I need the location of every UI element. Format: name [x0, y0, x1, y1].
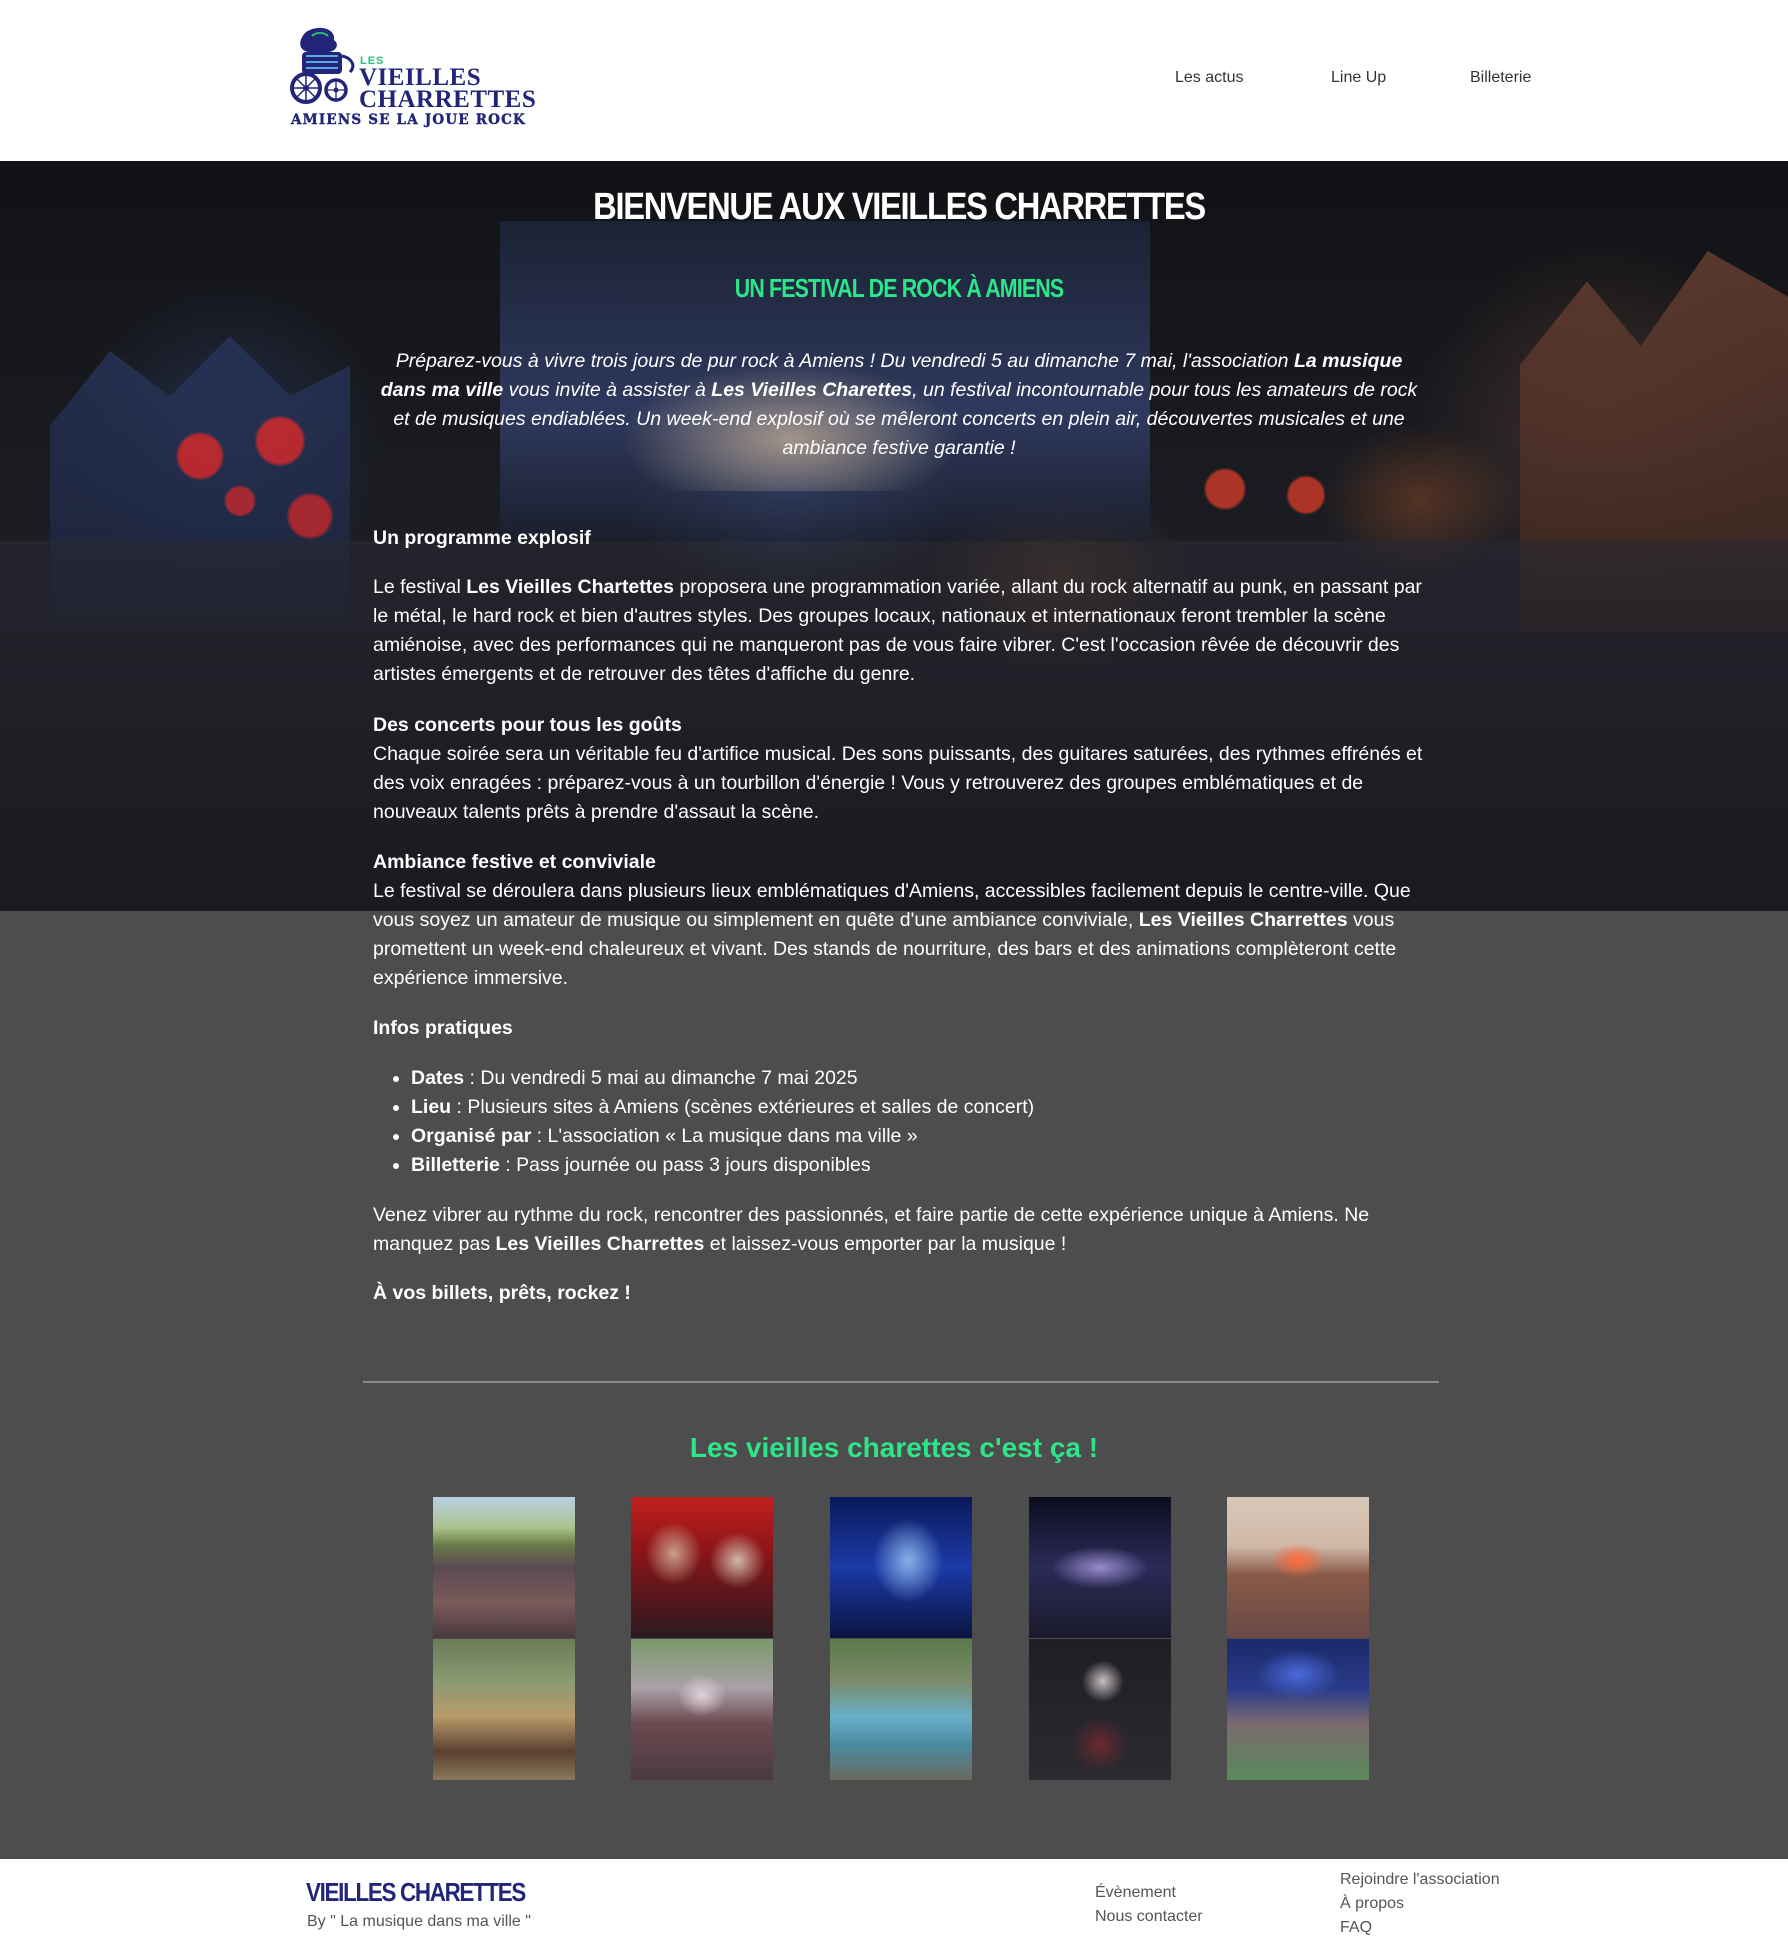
site-header: LES VIEILLES CHARRETTES AMIENS SE LA JOU…	[0, 0, 1788, 161]
footer-link-contact[interactable]: Nous contacter	[1095, 1908, 1203, 1926]
footer-link-rejoindre[interactable]: Rejoindre l'association	[1340, 1871, 1500, 1889]
page-subtitle: UN FESTIVAL DE ROCK À AMIENS	[734, 273, 1064, 303]
footer-link-faq[interactable]: FAQ	[1340, 1919, 1372, 1937]
photo-guitarist-blue[interactable]	[830, 1497, 972, 1638]
info-item-dates: Dates : Du vendredi 5 mai au dimanche 7 …	[411, 1064, 1441, 1093]
info-item-billetterie: Billetterie : Pass journée ou pass 3 jou…	[411, 1151, 1441, 1180]
cart-logo-icon	[290, 27, 355, 104]
nav-billeterie[interactable]: Billeterie	[1470, 69, 1531, 87]
nav-les-actus[interactable]: Les actus	[1175, 69, 1243, 87]
photo-crowd[interactable]	[433, 1497, 575, 1638]
footer-brand: VIEILLES CHARETTES	[306, 1877, 526, 1907]
closing-final: À vos billets, prêts, rockez !	[373, 1282, 631, 1304]
photo-violinist[interactable]	[631, 1497, 773, 1638]
site-logo[interactable]: LES VIEILLES CHARRETTES AMIENS SE LA JOU…	[288, 26, 536, 138]
page-title: BIENVENUE AUX VIEILLES CHARRETTES	[593, 186, 1206, 228]
photo-stage-crowd[interactable]	[631, 1639, 773, 1780]
infos-heading: Infos pratiques	[373, 1017, 513, 1039]
intro-paragraph: Préparez-vous à vivre trois jours de pur…	[380, 350, 1418, 459]
photo-food-stand[interactable]	[433, 1639, 575, 1780]
programme-heading: Un programme explosif	[373, 527, 591, 549]
photo-guitarist-dark[interactable]	[1029, 1639, 1171, 1780]
footer-byline: By " La musique dans ma ville "	[307, 1913, 531, 1930]
footer-link-apropos[interactable]: À propos	[1340, 1895, 1404, 1913]
programme-text: Le festival Les Vieilles Chartettes prop…	[373, 576, 1422, 685]
site-footer: VIEILLES CHARETTES By " La musique dans …	[0, 1859, 1788, 1952]
footer-link-evenement[interactable]: Évènement	[1095, 1884, 1176, 1902]
nav-line-up[interactable]: Line Up	[1331, 69, 1386, 87]
closing-text: Venez vibrer au rythme du rock, rencontr…	[373, 1204, 1370, 1255]
logo-tagline: AMIENS SE LA JOUE ROCK	[291, 112, 526, 128]
concerts-heading: Des concerts pour tous les goûts	[373, 714, 682, 736]
ambiance-text: Le festival se déroulera dans plusieurs …	[373, 880, 1411, 989]
infos-list: Dates : Du vendredi 5 mai au dimanche 7 …	[393, 1064, 1441, 1180]
info-item-organise: Organisé par : L'association « La musiqu…	[411, 1122, 1441, 1151]
photo-stage-night[interactable]	[1029, 1497, 1171, 1638]
gallery-title: Les vieilles charettes c'est ça !	[689, 1432, 1099, 1463]
photo-audience[interactable]	[1227, 1639, 1369, 1780]
concerts-text: Chaque soirée sera un véritable feu d'ar…	[373, 743, 1423, 823]
section-divider	[363, 1381, 1439, 1383]
ambiance-heading: Ambiance festive et conviviale	[373, 851, 656, 873]
photo-vintage-car[interactable]	[830, 1639, 972, 1780]
logo-line2: CHARRETTES	[359, 86, 537, 113]
photo-stage-sunset[interactable]	[1227, 1497, 1369, 1638]
info-item-lieu: Lieu : Plusieurs sites à Amiens (scènes …	[411, 1093, 1441, 1122]
